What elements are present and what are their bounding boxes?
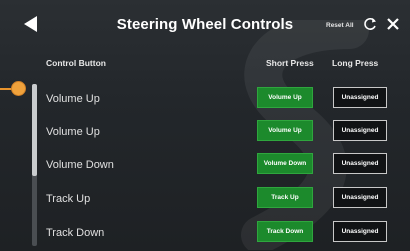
reset-all-button[interactable]: Reset All: [326, 22, 354, 29]
column-header-control-button: Control Button: [46, 58, 106, 68]
steering-wheel-controls-screen: Steering Wheel Controls Reset All Contro…: [0, 0, 410, 251]
long-press-button[interactable]: Unassigned: [333, 120, 387, 141]
control-button-label: Volume Up: [46, 126, 100, 138]
control-button-label: Volume Down: [46, 159, 114, 171]
reset-icon[interactable]: [363, 17, 377, 31]
close-icon[interactable]: [386, 17, 400, 31]
header-bar: Steering Wheel Controls Reset All: [0, 0, 410, 50]
control-button-label: Track Up: [46, 193, 91, 205]
long-press-button[interactable]: Unassigned: [333, 153, 387, 174]
short-press-button[interactable]: Volume Up: [257, 120, 313, 141]
control-button-label: Track Down: [46, 227, 105, 239]
short-press-button[interactable]: Track Up: [257, 187, 313, 208]
column-header-long-press: Long Press: [332, 58, 379, 68]
control-row: Track Down Track Down Unassigned: [0, 218, 410, 251]
long-press-button[interactable]: Unassigned: [333, 187, 387, 208]
short-press-button[interactable]: Volume Up: [257, 87, 313, 108]
long-press-button[interactable]: Unassigned: [333, 221, 387, 242]
control-button-label: Volume Up: [46, 93, 100, 105]
control-row: Track Up Track Up Unassigned: [0, 184, 410, 217]
control-row: Volume Down Volume Down Unassigned: [0, 150, 410, 183]
long-press-button[interactable]: Unassigned: [333, 87, 387, 108]
short-press-button[interactable]: Track Down: [257, 221, 313, 242]
control-row: Volume Up Volume Up Unassigned: [0, 117, 410, 150]
column-header-short-press: Short Press: [266, 58, 314, 68]
short-press-button[interactable]: Volume Down: [257, 153, 313, 174]
control-row: Volume Up Volume Up Unassigned: [0, 84, 410, 117]
